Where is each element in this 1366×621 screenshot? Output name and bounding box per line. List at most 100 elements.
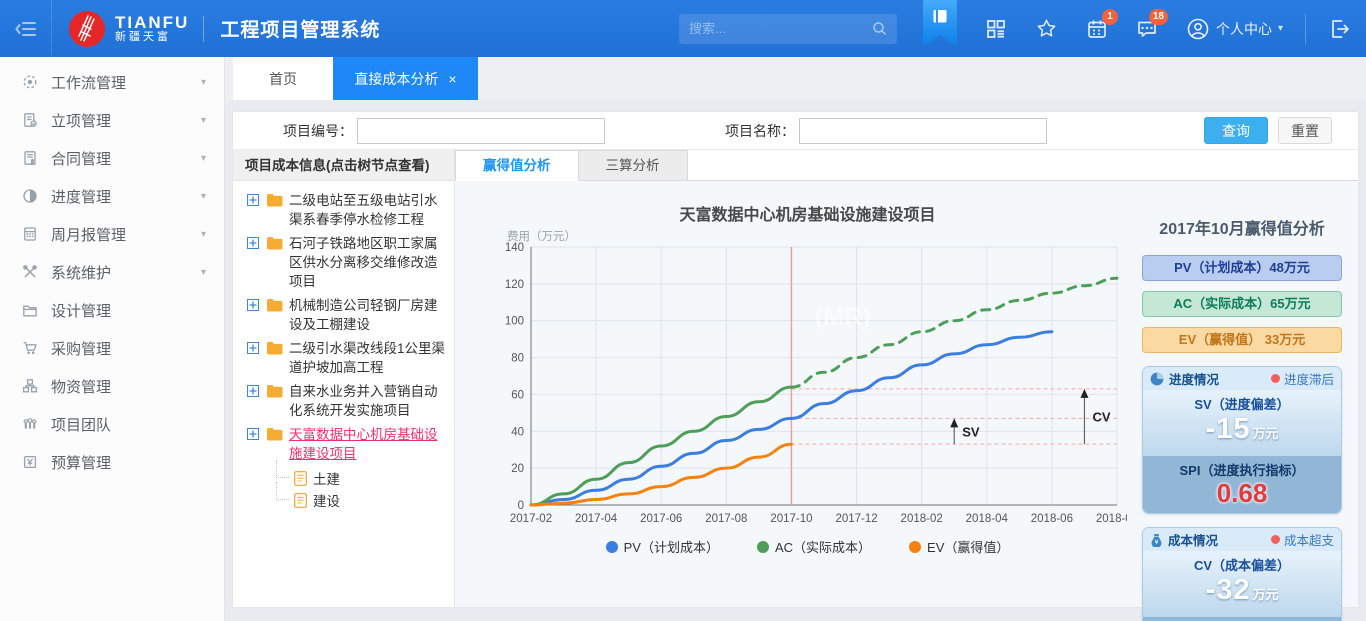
sidebar-item-weekly-monthly-report[interactable]: 周月报管理 ▾ (0, 215, 224, 253)
spi-label: SPI（进度执行指标） (1143, 460, 1341, 479)
tree-node-label[interactable]: 机械制造公司轻钢厂房建设及工棚建设 (289, 296, 448, 334)
tree-expand-icon[interactable] (247, 342, 259, 354)
apps-grid-icon[interactable] (985, 18, 1007, 40)
evm-line-chart: 0204060801001201402017-022017-042017-062… (489, 229, 1127, 533)
svg-text:SV: SV (962, 424, 980, 439)
folder-icon (266, 298, 283, 312)
svg-text:2017-02: 2017-02 (509, 513, 551, 525)
search-input[interactable] (689, 21, 872, 36)
cv-value: -32万元 (1143, 574, 1341, 611)
project-approval-icon (22, 112, 38, 128)
svg-text:80: 80 (511, 353, 524, 365)
spi-index: SPI（进度执行指标） 0.68 (1143, 456, 1341, 513)
bookmark-ribbon-icon[interactable] (923, 0, 957, 46)
workflow-icon (22, 74, 38, 90)
sidebar-item-label: 立项管理 (51, 110, 201, 131)
tree-leaf-civil[interactable]: 土建 (273, 468, 448, 488)
tree-node-label[interactable]: 石河子铁路地区职工家属区供水分离移交维修改造项目 (289, 234, 448, 291)
sidebar-item-procurement[interactable]: 采购管理 (0, 329, 224, 367)
sidebar-item-workflow[interactable]: 工作流管理 ▾ (0, 63, 224, 101)
tree-node-label[interactable]: 自来水业务并入营销自动化系统开发实施项目 (289, 382, 448, 420)
legend-item-pv[interactable]: PV（计划成本） (606, 537, 719, 556)
tree-expand-icon[interactable] (247, 194, 259, 206)
sidebar-item-system-maintenance[interactable]: 系统维护 ▾ (0, 253, 224, 291)
header-search[interactable] (679, 14, 897, 44)
chart-column: 天富数据中心机房基础设施建设项目 0204060801001201402017-… (455, 181, 1142, 607)
sidebar-item-material[interactable]: 物资管理 (0, 367, 224, 405)
collapse-sidebar-button[interactable] (0, 0, 52, 57)
svg-text:2017-08: 2017-08 (705, 513, 747, 525)
project-tree: 二级电站至五级电站引水渠系春季停水检修工程 石河子铁路地区职工家属区供水分离移交… (233, 181, 454, 512)
user-icon (1186, 17, 1210, 41)
cost-status: 成本超支 (1271, 530, 1334, 549)
sv-value: -15万元 (1143, 413, 1341, 450)
reset-button[interactable]: 重置 (1278, 117, 1332, 144)
chevron-down-icon: ▾ (201, 229, 206, 240)
legend-dot-pv (606, 541, 618, 553)
tree-panel-header: 项目成本信息(点击树节点查看) (233, 150, 454, 181)
tree-expand-icon[interactable] (247, 237, 259, 249)
legend-dot-ev (909, 541, 921, 553)
query-button[interactable]: 查询 (1204, 117, 1268, 144)
sidebar-item-project-team[interactable]: 项目团队 (0, 405, 224, 443)
schedule-status-label: 进度滞后 (1284, 369, 1334, 388)
design-icon (22, 302, 38, 318)
svg-text:2018-04: 2018-04 (965, 513, 1008, 525)
ac-pill: AC（实际成本）65万元 (1142, 291, 1342, 317)
chevron-down-icon: ▾ (201, 267, 206, 278)
tree-node: 石河子铁路地区职工家属区供水分离移交维修改造项目 (247, 234, 448, 291)
legend-item-ev[interactable]: EV（赢得值） (909, 537, 1009, 556)
brand-logo: TIANFU 新疆天富 (52, 10, 203, 48)
tab-direct-cost-analysis[interactable]: 直接成本分析 × (333, 57, 478, 100)
favorites-star-icon[interactable] (1035, 17, 1058, 40)
sidebar-item-contract[interactable]: 合同管理 ▾ (0, 139, 224, 177)
sidebar: 工作流管理 ▾ 立项管理 ▾ 合同管理 ▾ 进度管理 ▾ 周月报管理 ▾ (0, 57, 225, 621)
team-icon (22, 416, 38, 432)
messages-icon[interactable]: 18 (1136, 18, 1158, 40)
folder-icon (266, 427, 283, 441)
tab-home[interactable]: 首页 (233, 57, 333, 100)
tree-node-label[interactable]: 二级引水渠改线段1公里渠道护坡加高工程 (289, 339, 448, 377)
project-name-input[interactable] (799, 118, 1047, 144)
project-no-input[interactable] (357, 118, 605, 144)
sidebar-item-progress[interactable]: 进度管理 ▾ (0, 177, 224, 215)
sidebar-item-budget[interactable]: 预算管理 (0, 443, 224, 481)
spi-value: 0.68 (1143, 479, 1341, 507)
tree-leaf-construction[interactable]: 建设 (273, 490, 448, 510)
calendar-icon[interactable]: 1 (1086, 18, 1108, 40)
tree-connector (276, 460, 289, 478)
tree-node-label[interactable]: 二级电站至五级电站引水渠系春季停水检修工程 (289, 191, 448, 229)
svg-text:2018-06: 2018-06 (1030, 513, 1072, 525)
tree-expand-icon[interactable] (247, 428, 259, 440)
tree-expand-icon[interactable] (247, 299, 259, 311)
close-tab-icon[interactable]: × (448, 72, 456, 86)
sidebar-item-project-approval[interactable]: 立项管理 ▾ (0, 101, 224, 139)
svg-text:CV: CV (1092, 410, 1110, 425)
search-icon (872, 21, 887, 36)
folder-icon (266, 341, 283, 355)
report-icon (22, 226, 38, 242)
tab-three-estimate-analysis[interactable]: 三算分析 (579, 150, 688, 180)
sidebar-item-label: 采购管理 (51, 338, 206, 359)
tree-node-label-selected[interactable]: 天富数据中心机房基础设施建设项目 (289, 425, 448, 463)
svg-text:140: 140 (504, 242, 523, 254)
logout-icon[interactable] (1328, 18, 1350, 40)
tab-earned-value-analysis[interactable]: 赢得值分析 (455, 150, 579, 181)
cv-label: CV（成本偏差） (1143, 555, 1341, 574)
chevron-down-icon: ▾ (201, 153, 206, 164)
pv-pill: PV（计划成本）48万元 (1142, 255, 1342, 281)
money-bag-icon: ¥ (1150, 533, 1163, 547)
tianfu-logo-icon (68, 10, 106, 48)
sv-label: SV（进度偏差） (1143, 394, 1341, 413)
book-icon (932, 9, 948, 24)
tree-node-selected: 天富数据中心机房基础设施建设项目 (247, 425, 448, 463)
contract-icon (22, 150, 38, 166)
collapse-sidebar-icon (15, 20, 37, 38)
sidebar-item-design[interactable]: 设计管理 (0, 291, 224, 329)
legend-item-ac[interactable]: AC（实际成本） (757, 537, 871, 556)
tree-expand-icon[interactable] (247, 385, 259, 397)
filter-row: 项目编号： 项目名称： 查询 重置 (233, 112, 1358, 149)
tree-node: 自来水业务并入营销自动化系统开发实施项目 (247, 382, 448, 420)
folder-icon (266, 384, 283, 398)
user-menu[interactable]: 个人中心 ▾ (1186, 17, 1283, 41)
